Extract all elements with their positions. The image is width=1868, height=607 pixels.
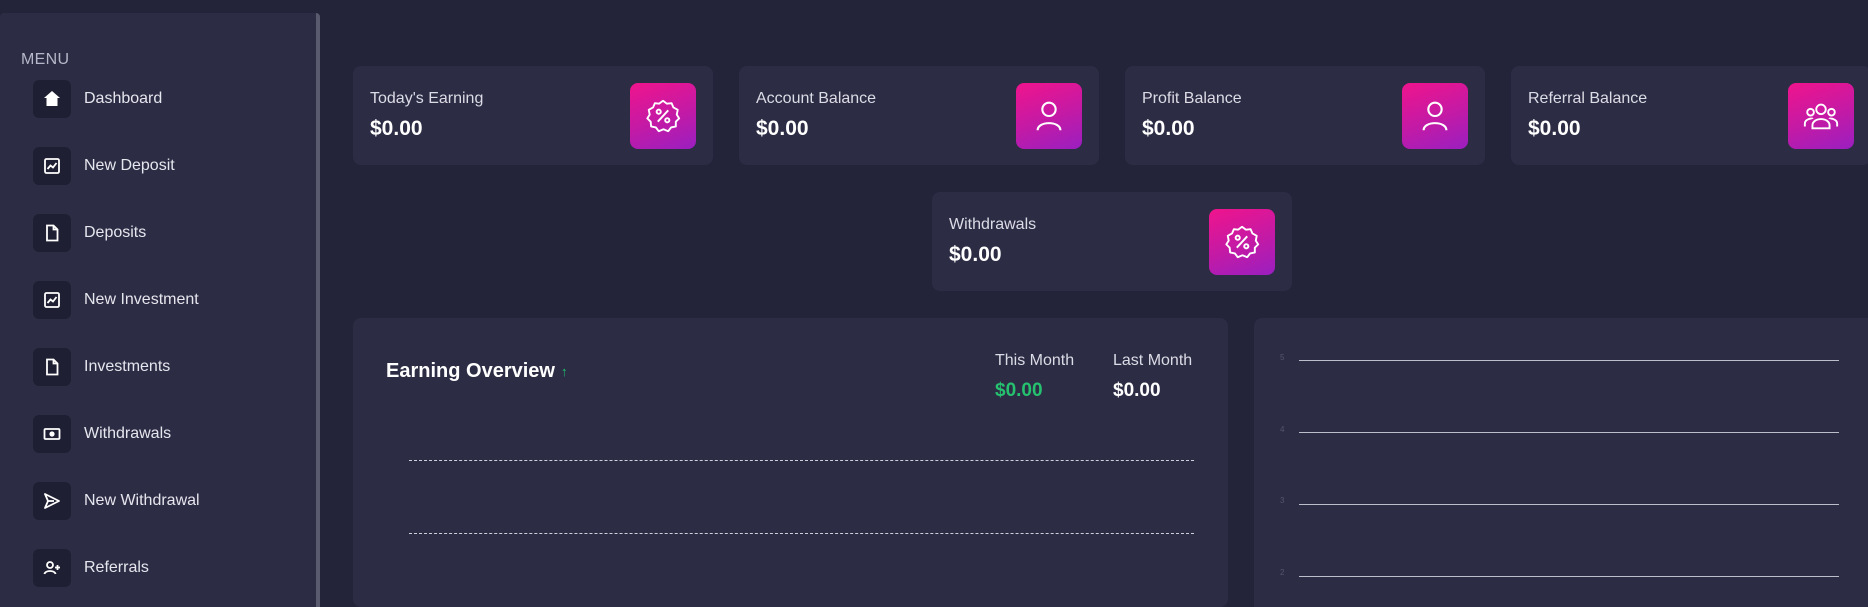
- sidebar-item-referrals[interactable]: Referrals: [33, 548, 149, 588]
- badge-percent-icon: [630, 83, 696, 149]
- money-icon: [33, 415, 71, 453]
- menu-heading: MENU: [21, 51, 70, 68]
- y-tick: 5: [1280, 353, 1285, 362]
- file-icon: [33, 214, 71, 252]
- card-label: Today's Earning: [370, 90, 484, 107]
- arrow-up-icon: ↑: [560, 364, 568, 380]
- grid-line: [1299, 360, 1839, 361]
- badge-percent-icon: [1209, 209, 1275, 275]
- right-chart-panel: 5 4 3 2: [1254, 318, 1868, 607]
- chart-line-icon: [33, 147, 71, 185]
- earning-overview-title: Earning Overview ↑: [386, 360, 567, 383]
- y-tick: 4: [1280, 425, 1285, 434]
- grid-line: [1299, 576, 1839, 577]
- earning-overview-panel: Earning Overview ↑ This Month $0.00 Last …: [353, 318, 1228, 607]
- grid-line: [409, 460, 1194, 461]
- y-tick: 3: [1280, 496, 1285, 505]
- card-label: Withdrawals: [949, 216, 1037, 233]
- grid-line: [1299, 432, 1839, 433]
- sidebar-item-label: Referrals: [84, 559, 149, 576]
- account-balance-card: Account Balance $0.00: [739, 66, 1099, 165]
- home-icon: [33, 80, 71, 118]
- sidebar-item-label: Deposits: [84, 224, 147, 241]
- sidebar-item-label: New Deposit: [84, 157, 175, 174]
- card-label: Referral Balance: [1528, 90, 1648, 107]
- sidebar-item-new-investment[interactable]: New Investment: [33, 280, 199, 320]
- sidebar-item-withdrawals[interactable]: Withdrawals: [33, 414, 171, 454]
- users-icon: [1788, 83, 1854, 149]
- sidebar-item-deposits[interactable]: Deposits: [33, 213, 146, 253]
- grid-line: [1299, 504, 1839, 505]
- last-month-label: Last Month: [1113, 352, 1193, 369]
- card-label: Profit Balance: [1142, 90, 1242, 107]
- chart-line-icon: [33, 281, 71, 319]
- y-tick: 2: [1280, 568, 1285, 577]
- last-month-value: $0.00: [1113, 380, 1161, 401]
- send-icon: [33, 482, 71, 520]
- earning-overview-title-text: Earning Overview: [386, 360, 555, 382]
- profit-balance-card: Profit Balance $0.00: [1125, 66, 1485, 165]
- user-plus-icon: [33, 549, 71, 587]
- sidebar-item-investments[interactable]: Investments: [33, 347, 170, 387]
- todays-earning-card: Today's Earning $0.00: [353, 66, 713, 165]
- card-value: $0.00: [1528, 117, 1581, 140]
- last-month-stat: Last Month $0.00: [1113, 352, 1192, 402]
- sidebar-item-label: New Withdrawal: [84, 492, 200, 509]
- sidebar-item-label: New Investment: [84, 291, 199, 308]
- card-value: $0.00: [370, 117, 423, 140]
- card-value: $0.00: [1142, 117, 1195, 140]
- sidebar-item-label: Investments: [84, 358, 171, 375]
- grid-line: [409, 533, 1194, 534]
- user-icon: [1016, 83, 1082, 149]
- sidebar-item-label: Dashboard: [84, 90, 163, 107]
- sidebar: MENU Dashboard New Deposit Deposits New …: [0, 13, 320, 607]
- withdrawals-card: Withdrawals $0.00: [932, 192, 1292, 291]
- referral-balance-card: Referral Balance $0.00: [1511, 66, 1868, 165]
- this-month-value: $0.00: [995, 380, 1043, 401]
- user-icon: [1402, 83, 1468, 149]
- sidebar-item-dashboard[interactable]: Dashboard: [33, 79, 162, 119]
- sidebar-item-new-withdrawal[interactable]: New Withdrawal: [33, 481, 200, 521]
- card-label: Account Balance: [756, 90, 877, 107]
- sidebar-item-new-deposit[interactable]: New Deposit: [33, 146, 175, 186]
- sidebar-item-label: Withdrawals: [84, 425, 172, 442]
- card-value: $0.00: [949, 243, 1002, 266]
- file-icon: [33, 348, 71, 386]
- this-month-label: This Month: [995, 352, 1075, 369]
- this-month-stat: This Month $0.00: [995, 352, 1074, 402]
- card-value: $0.00: [756, 117, 809, 140]
